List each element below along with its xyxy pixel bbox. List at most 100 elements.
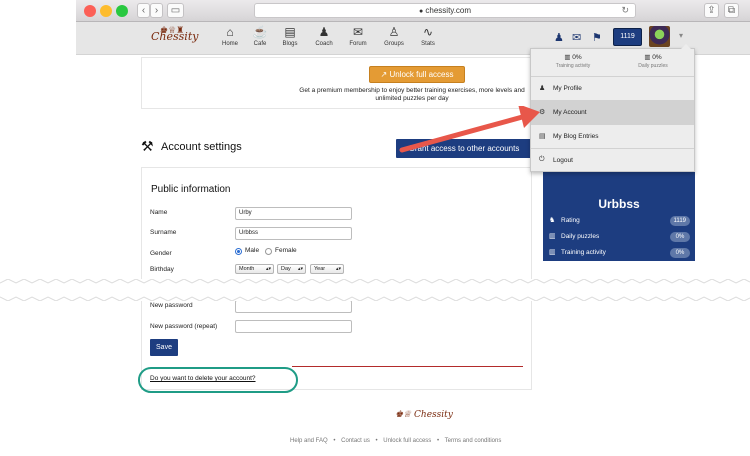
nav-item-cafe[interactable]: ☕ Cafe [245, 25, 275, 47]
divider [292, 366, 523, 367]
lock-icon: ● [418, 8, 424, 15]
rating-badge[interactable]: 1119 [613, 28, 642, 46]
knight-icon: ♞ [549, 217, 556, 224]
footer-link-help[interactable]: Help and FAQ [290, 438, 328, 444]
premium-description: Get a premium membership to enjoy better… [299, 87, 525, 102]
surname-input[interactable]: Urbbss [235, 227, 352, 240]
user-icon: ♟ [539, 85, 546, 92]
reload-icon[interactable]: ↻ [621, 4, 629, 17]
menu-item-my-profile[interactable]: ♟ My Profile [531, 77, 694, 101]
home-icon: ⌂ [226, 25, 234, 39]
select-caret-icon: ▴▾ [297, 266, 303, 272]
premium-banner: ↗ Unlock full access Get a premium membe… [141, 57, 532, 109]
surname-label: Surname [150, 229, 177, 236]
avatar[interactable] [649, 26, 670, 47]
nav-item-coach[interactable]: ♟ Coach [309, 25, 339, 47]
user-dropdown-menu: ▥ 0% Training activity ▥ 0% Daily puzzle… [530, 44, 695, 173]
bar-chart-icon: ▥ [549, 233, 556, 240]
footer-separator: • [436, 438, 440, 444]
back-button[interactable]: ‹ [137, 3, 150, 18]
footer-logo[interactable]: ♚♕ Chessity [395, 410, 453, 420]
coach-icon: ♟ [318, 25, 330, 39]
delete-link-highlight [138, 367, 298, 393]
footer-separator: • [375, 438, 378, 444]
footer-link-contact[interactable]: Contact us [341, 438, 370, 444]
nav-item-groups[interactable]: ♙ Groups [379, 25, 409, 47]
gender-female-radio[interactable] [265, 248, 272, 255]
birthday-day-select[interactable]: Day ▴▾ [277, 264, 306, 274]
menu-item-my-blog-entries[interactable]: ▤ My Blog Entries [531, 125, 694, 149]
gender-male-label: Male [245, 247, 260, 254]
footer-separator: • [333, 438, 336, 444]
birthday-label: Birthday [150, 266, 174, 273]
dropdown-stats: ▥ 0% Training activity ▥ 0% Daily puzzle… [531, 49, 694, 77]
footer-link-unlock[interactable]: Unlock full access [383, 438, 431, 444]
select-caret-icon: ▴▾ [265, 266, 271, 272]
birthday-year-select[interactable]: Year ▴▾ [310, 264, 344, 274]
flag-icon[interactable]: ⚑ [592, 31, 602, 44]
profile-username[interactable]: Urbbss [543, 197, 695, 211]
power-icon: ⏻ [539, 156, 545, 163]
arrow-shaft [399, 113, 529, 153]
url-text: chessity.com [425, 6, 472, 15]
status-badge: 1119 [669, 216, 690, 226]
minimize-window-button[interactable] [100, 5, 112, 17]
menu-item-my-account[interactable]: ⚙ My Account [531, 101, 694, 125]
status-badge: 0% [670, 232, 690, 242]
gender-male-radio[interactable] [235, 248, 242, 255]
chessity-logo-mark: ♚♕ [395, 410, 412, 420]
nav-item-blogs[interactable]: ▤ Blogs [275, 25, 305, 47]
forum-icon: ✉ [352, 25, 364, 39]
screenshot-page: ‹ › ▭ ● chessity.com ↻ ⇪ ⧉ ♚♕♜ Chessity … [0, 0, 750, 456]
new-password-input[interactable] [235, 300, 352, 313]
dropdown-stat-puzzles: ▥ 0% Daily puzzles [638, 54, 668, 69]
name-label: Name [150, 209, 168, 216]
user-icon[interactable]: ♟ [554, 31, 564, 44]
browser-toolbar: ‹ › ▭ ● chessity.com ↻ ⇪ ⧉ [76, 0, 750, 22]
tabs-icon[interactable]: ⧉ [724, 3, 739, 18]
chevron-down-icon[interactable]: ▾ [679, 31, 683, 40]
annotation-arrow [399, 106, 540, 153]
profile-stat-daily-puzzles: ▥ Daily puzzles 0% [549, 231, 690, 243]
status-badge: 0% [670, 248, 690, 258]
bar-chart-icon: ▥ [644, 54, 651, 61]
mail-icon[interactable]: ✉ [572, 31, 581, 44]
gender-female-label: Female [275, 247, 297, 254]
birthday-month-select[interactable]: Month ▴▾ [235, 264, 274, 274]
gender-label: Gender [150, 250, 172, 257]
profile-stat-training-activity: ▥ Training activity 0% [549, 247, 690, 259]
forward-button[interactable]: › [150, 3, 163, 18]
footer-links: Help and FAQ • Contact us • Unlock full … [290, 438, 550, 444]
arrow-head [518, 106, 540, 128]
chart-icon: ↗ [380, 70, 388, 79]
nav-item-stats[interactable]: ∿ Stats [413, 25, 443, 47]
select-caret-icon: ▴▾ [335, 266, 341, 272]
bar-chart-icon: ▥ [549, 249, 556, 256]
nav-item-home[interactable]: ⌂ Home [215, 25, 245, 47]
tools-icon: ⚒ [141, 138, 154, 154]
chessity-logo[interactable]: Chessity [151, 30, 198, 43]
profile-stat-rating: ♞ Rating 1119 [549, 215, 690, 227]
dropdown-stat-training: ▥ 0% Training activity [555, 54, 591, 69]
new-password-repeat-input[interactable] [235, 320, 352, 333]
address-bar[interactable]: ● chessity.com ↻ [254, 3, 636, 18]
menu-item-logout[interactable]: ⏻ Logout [531, 149, 694, 173]
page-title: Account settings [161, 141, 242, 153]
footer-link-terms[interactable]: Terms and conditions [445, 438, 502, 444]
share-icon[interactable]: ⇪ [704, 3, 719, 18]
save-button[interactable]: Save [150, 339, 178, 356]
groups-icon: ♙ [388, 25, 400, 39]
unlock-full-access-button[interactable]: ↗ Unlock full access [369, 66, 465, 83]
stats-icon: ∿ [422, 25, 434, 39]
section-title: Public information [151, 184, 231, 195]
close-window-button[interactable] [84, 5, 96, 17]
new-password-repeat-label: New password (repeat) [150, 323, 218, 330]
zoom-window-button[interactable] [116, 5, 128, 17]
cup-icon: ☕ [252, 25, 268, 39]
bar-chart-icon: ▥ [564, 54, 571, 61]
name-input[interactable]: Urby [235, 207, 352, 220]
nav-item-forum[interactable]: ✉ Forum [343, 25, 373, 47]
new-password-label: New password [150, 302, 193, 309]
torn-edge [0, 279, 750, 301]
sidebar-toggle-icon[interactable]: ▭ [167, 3, 184, 18]
